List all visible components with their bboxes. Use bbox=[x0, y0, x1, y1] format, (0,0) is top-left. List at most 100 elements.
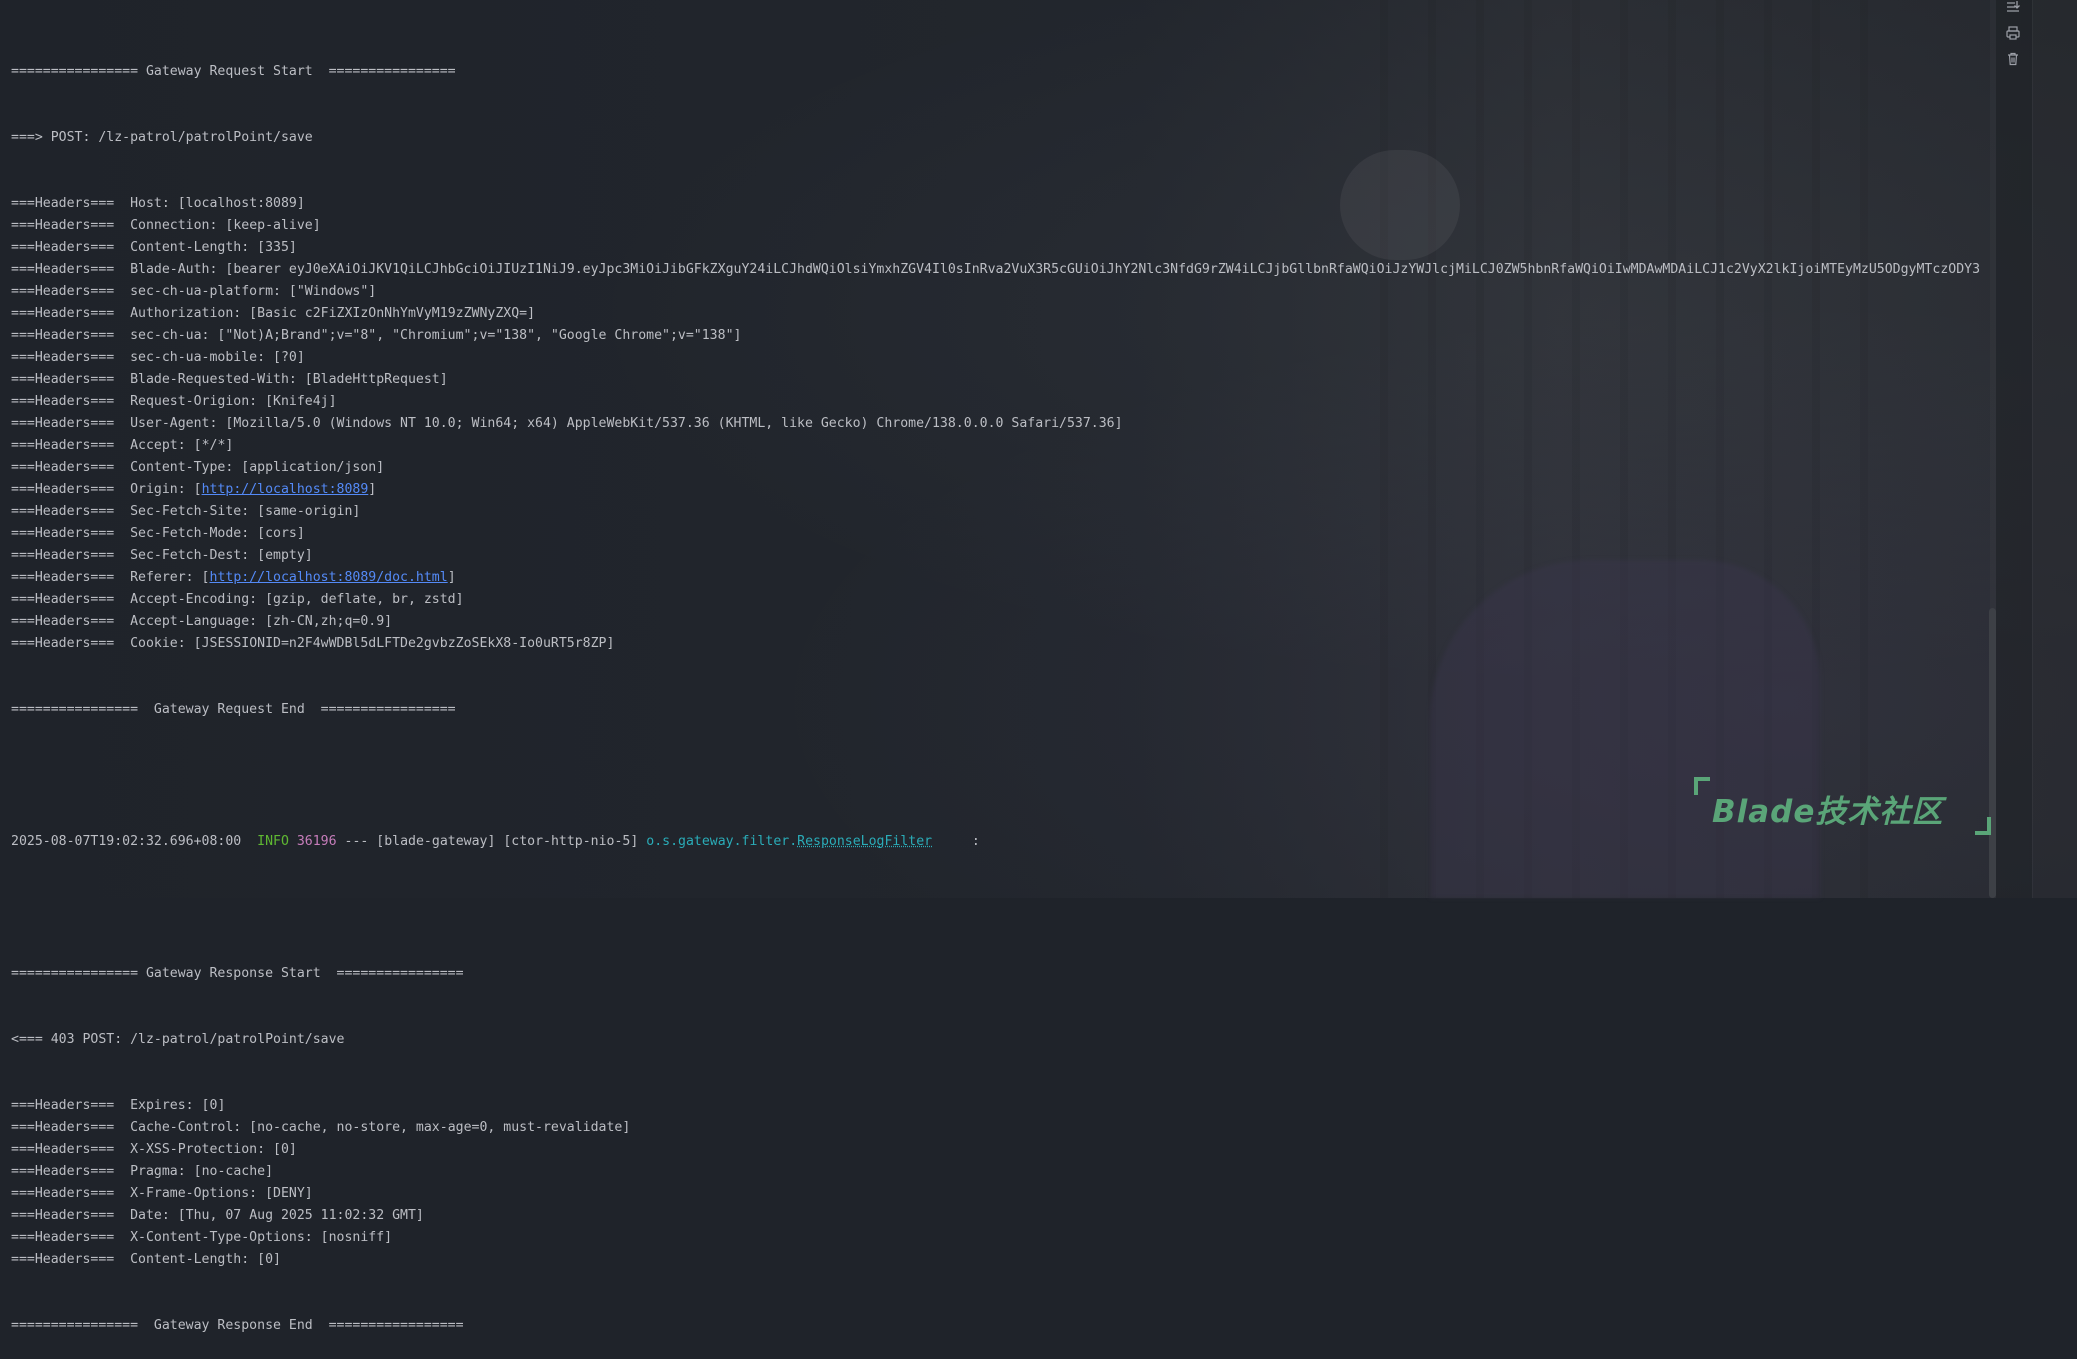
header-line: ===Headers=== Blade-Requested-With: [Bla… bbox=[11, 369, 1991, 391]
header-line: ===Headers=== Host: [localhost:8089] bbox=[11, 193, 1991, 215]
log-separator: --- bbox=[344, 834, 369, 849]
header-suffix: ] bbox=[296, 350, 305, 365]
header-line: ===Headers=== X-XSS-Protection: [0] bbox=[11, 1139, 1991, 1161]
header-prefix: ===Headers=== Date: [ bbox=[11, 1208, 186, 1223]
header-line: ===Headers=== Date: [Thu, 07 Aug 2025 11… bbox=[11, 1205, 1991, 1227]
header-prefix: ===Headers=== Blade-Requested-With: [ bbox=[11, 372, 313, 387]
header-value: no-cache, no-store, max-age=0, must-reva… bbox=[257, 1120, 623, 1135]
scroll-to-end-icon[interactable] bbox=[2004, 0, 2022, 16]
header-prefix: ===Headers=== Pragma: [ bbox=[11, 1164, 202, 1179]
logger-class-link[interactable]: ResponseLogFilter bbox=[797, 834, 932, 849]
header-suffix: ] bbox=[1114, 416, 1123, 431]
header-value: Basic c2FiZXIzOnNhYmVyM19zZWNyZXQ= bbox=[257, 306, 528, 321]
header-suffix: ] bbox=[527, 306, 536, 321]
watermark-text: Blade技术社区 bbox=[1712, 794, 1944, 830]
header-prefix: ===Headers=== Request-Origion: [ bbox=[11, 394, 274, 409]
response-headers: ===Headers=== Expires: [0] ===Headers=== … bbox=[11, 1095, 1991, 1271]
header-prefix: ===Headers=== Sec-Fetch-Mode: [ bbox=[11, 526, 266, 541]
header-suffix: ] bbox=[376, 460, 385, 475]
header-suffix: ] bbox=[296, 526, 305, 541]
header-suffix: ] bbox=[312, 218, 321, 233]
header-value: bearer eyJ0eXAiOiJKV1QiLCJhbGciOiJIUzI1N… bbox=[233, 262, 1981, 277]
trash-icon[interactable] bbox=[2004, 50, 2022, 68]
header-value: localhost:8089 bbox=[185, 196, 297, 211]
header-value: "Windows" bbox=[296, 284, 369, 299]
header-line: ===Headers=== Sec-Fetch-Site: [same-orig… bbox=[11, 501, 1991, 523]
header-line: ===Headers=== Origin: [http://localhost:… bbox=[11, 479, 1991, 501]
log-pid: 36196 bbox=[296, 834, 337, 849]
header-suffix: ] bbox=[415, 1208, 424, 1223]
header-link[interactable]: http://localhost:8089/doc.html bbox=[210, 570, 448, 585]
header-prefix: ===Headers=== Expires: [ bbox=[11, 1098, 210, 1113]
header-suffix: ] bbox=[384, 614, 393, 629]
header-suffix: ] bbox=[304, 548, 313, 563]
console-output[interactable]: ================ Gateway Request Start =… bbox=[11, 17, 1991, 1359]
header-value: Knife4j bbox=[273, 394, 329, 409]
header-prefix: ===Headers=== X-Content-Type-Options: [ bbox=[11, 1230, 329, 1245]
header-line: ===Headers=== X-Content-Type-Options: [n… bbox=[11, 1227, 1991, 1249]
request-end-line: ================ Gateway Request End ===… bbox=[11, 702, 456, 717]
header-link[interactable]: http://localhost:8089 bbox=[202, 482, 369, 497]
print-glyph bbox=[2006, 26, 2020, 40]
header-suffix: ] bbox=[733, 328, 742, 343]
header-prefix: ===Headers=== Accept: [ bbox=[11, 438, 202, 453]
header-value: ?0 bbox=[280, 350, 297, 365]
log-level: INFO bbox=[257, 834, 289, 849]
header-line: ===Headers=== Blade-Auth: [bearer eyJ0eX… bbox=[11, 259, 1991, 281]
response-end-line: ================ Gateway Response End ==… bbox=[11, 1318, 464, 1333]
header-suffix: ] bbox=[225, 438, 234, 453]
header-line: ===Headers=== Sec-Fetch-Dest: [empty] bbox=[11, 545, 1991, 567]
header-prefix: ===Headers=== Referer: [ bbox=[11, 570, 210, 585]
header-line: ===Headers=== Content-Type: [application… bbox=[11, 457, 1991, 479]
log-colon: : bbox=[971, 834, 980, 849]
request-method-line: ===> POST: /lz-patrol/patrolPoint/save bbox=[11, 130, 313, 145]
vertical-scrollbar-thumb[interactable] bbox=[1989, 608, 1996, 898]
header-value: DENY bbox=[273, 1186, 305, 1201]
header-prefix: ===Headers=== X-XSS-Protection: [ bbox=[11, 1142, 281, 1157]
logger-package: o.s.gateway.filter. bbox=[646, 834, 798, 849]
header-line: ===Headers=== Request-Origion: [Knife4j] bbox=[11, 391, 1991, 413]
log-app: [blade-gateway] bbox=[376, 834, 496, 849]
header-value: 0 bbox=[209, 1098, 218, 1113]
header-value: gzip, deflate, br, zstd bbox=[273, 592, 456, 607]
header-line: ===Headers=== Connection: [keep-alive] bbox=[11, 215, 1991, 237]
scroll-to-end-glyph bbox=[2007, 1, 2020, 12]
header-suffix: ] bbox=[606, 636, 615, 651]
trash-glyph bbox=[2008, 52, 2018, 66]
log-thread: [ctor-http-nio-5] bbox=[503, 834, 639, 849]
response-status-line: <=== 403 POST: /lz-patrol/patrolPoint/sa… bbox=[11, 1032, 345, 1047]
header-suffix: ] bbox=[368, 482, 377, 497]
header-line: ===Headers=== Accept-Language: [zh-CN,zh… bbox=[11, 611, 1991, 633]
header-value: nosniff bbox=[328, 1230, 385, 1245]
watermark-logo: Blade技术社区 bbox=[1690, 775, 1995, 837]
header-value: Mozilla/5.0 (Windows NT 10.0; Win64; x64… bbox=[233, 416, 1115, 431]
header-value: zh-CN,zh;q=0.9 bbox=[273, 614, 385, 629]
header-prefix: ===Headers=== Sec-Fetch-Dest: [ bbox=[11, 548, 266, 563]
header-value: Thu, 07 Aug 2025 11:02:32 GMT bbox=[185, 1208, 416, 1223]
print-icon[interactable] bbox=[2004, 24, 2022, 42]
log-timestamp: 2025-08-07T19:02:32.696+08:00 bbox=[11, 834, 242, 849]
header-line: ===Headers=== sec-ch-ua: ["Not)A;Brand";… bbox=[11, 325, 1991, 347]
header-suffix: ] bbox=[622, 1120, 631, 1135]
header-line: ===Headers=== Authorization: [Basic c2Fi… bbox=[11, 303, 1991, 325]
header-prefix: ===Headers=== Content-Length: [ bbox=[11, 1252, 266, 1267]
header-suffix: ] bbox=[217, 1098, 226, 1113]
header-prefix: ===Headers=== X-Frame-Options: [ bbox=[11, 1186, 274, 1201]
header-line: ===Headers=== X-Frame-Options: [DENY] bbox=[11, 1183, 1991, 1205]
header-prefix: ===Headers=== Content-Length: [ bbox=[11, 240, 266, 255]
header-prefix: ===Headers=== sec-ch-ua-mobile: [ bbox=[11, 350, 281, 365]
header-prefix: ===Headers=== Connection: [ bbox=[11, 218, 234, 233]
header-prefix: ===Headers=== Origin: [ bbox=[11, 482, 202, 497]
header-prefix: ===Headers=== Accept-Language: [ bbox=[11, 614, 274, 629]
watermark-bracket-top-left bbox=[1694, 777, 1710, 795]
header-line: ===Headers=== sec-ch-ua-platform: ["Wind… bbox=[11, 281, 1991, 303]
header-line: ===Headers=== Expires: [0] bbox=[11, 1095, 1991, 1117]
header-line: ===Headers=== Cache-Control: [no-cache, … bbox=[11, 1117, 1991, 1139]
header-value: empty bbox=[265, 548, 305, 563]
header-value: same-origin bbox=[265, 504, 353, 519]
header-value: application/json bbox=[249, 460, 377, 475]
header-suffix: ] bbox=[328, 394, 337, 409]
header-value: BladeHttpRequest bbox=[312, 372, 440, 387]
header-line: ===Headers=== Pragma: [no-cache] bbox=[11, 1161, 1991, 1183]
